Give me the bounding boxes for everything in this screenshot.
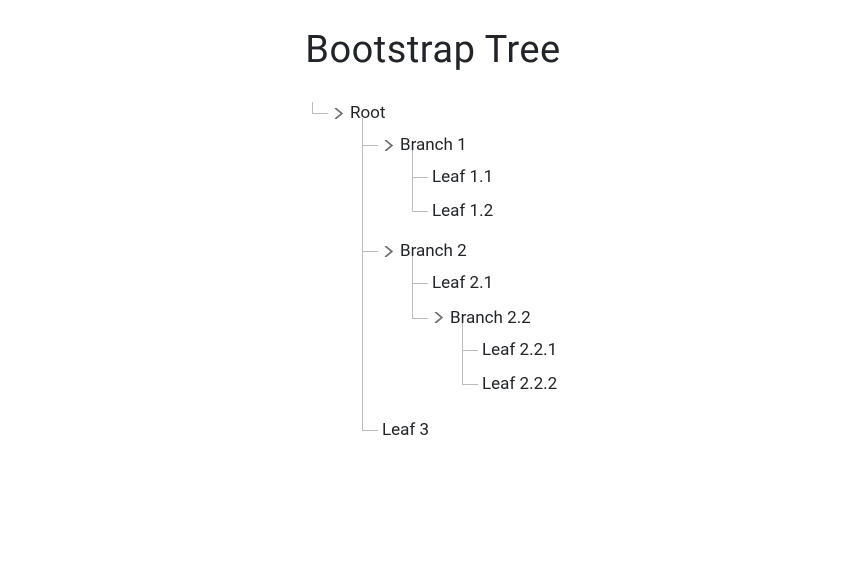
chevron-right-icon[interactable] (330, 105, 346, 121)
tree-view: Root Branch 1 Leaf 1.1 (312, 96, 866, 453)
tree-node-label: Leaf 2.2.2 (482, 373, 557, 395)
chevron-right-icon[interactable] (430, 310, 446, 326)
tree-node-label: Leaf 3 (382, 419, 429, 441)
tree-node-leaf-2-2-2[interactable]: Leaf 2.2.2 (462, 367, 866, 401)
tree-node-label: Branch 1 (400, 134, 467, 156)
chevron-right-icon[interactable] (380, 137, 396, 153)
tree-node-branch-2-2[interactable]: Branch 2.2 Leaf 2.2.1 Leaf 2.2.2 (412, 301, 866, 407)
chevron-right-icon[interactable] (380, 243, 396, 259)
page-title: Bootstrap Tree (0, 28, 866, 72)
tree-node-leaf-2-1[interactable]: Leaf 2.1 (412, 266, 866, 300)
tree-node-root[interactable]: Root Branch 1 Leaf 1.1 (312, 96, 866, 453)
tree-node-branch-1[interactable]: Branch 1 Leaf 1.1 Leaf 1.2 (362, 128, 866, 234)
tree-node-label: Leaf 1.1 (432, 166, 493, 188)
tree-node-branch-2[interactable]: Branch 2 Leaf 2.1 Branch 2.2 (362, 234, 866, 412)
tree-node-leaf-1-2[interactable]: Leaf 1.2 (412, 194, 866, 228)
tree-node-label: Leaf 2.1 (432, 272, 493, 294)
tree-node-label: Branch 2 (400, 240, 467, 262)
tree-node-label: Root (350, 102, 385, 124)
tree-node-label: Leaf 2.2.1 (482, 339, 557, 361)
tree-node-label: Leaf 1.2 (432, 200, 493, 222)
tree-node-leaf-2-2-1[interactable]: Leaf 2.2.1 (462, 333, 866, 367)
tree-node-leaf-3[interactable]: Leaf 3 (362, 413, 866, 447)
tree-node-leaf-1-1[interactable]: Leaf 1.1 (412, 160, 866, 194)
